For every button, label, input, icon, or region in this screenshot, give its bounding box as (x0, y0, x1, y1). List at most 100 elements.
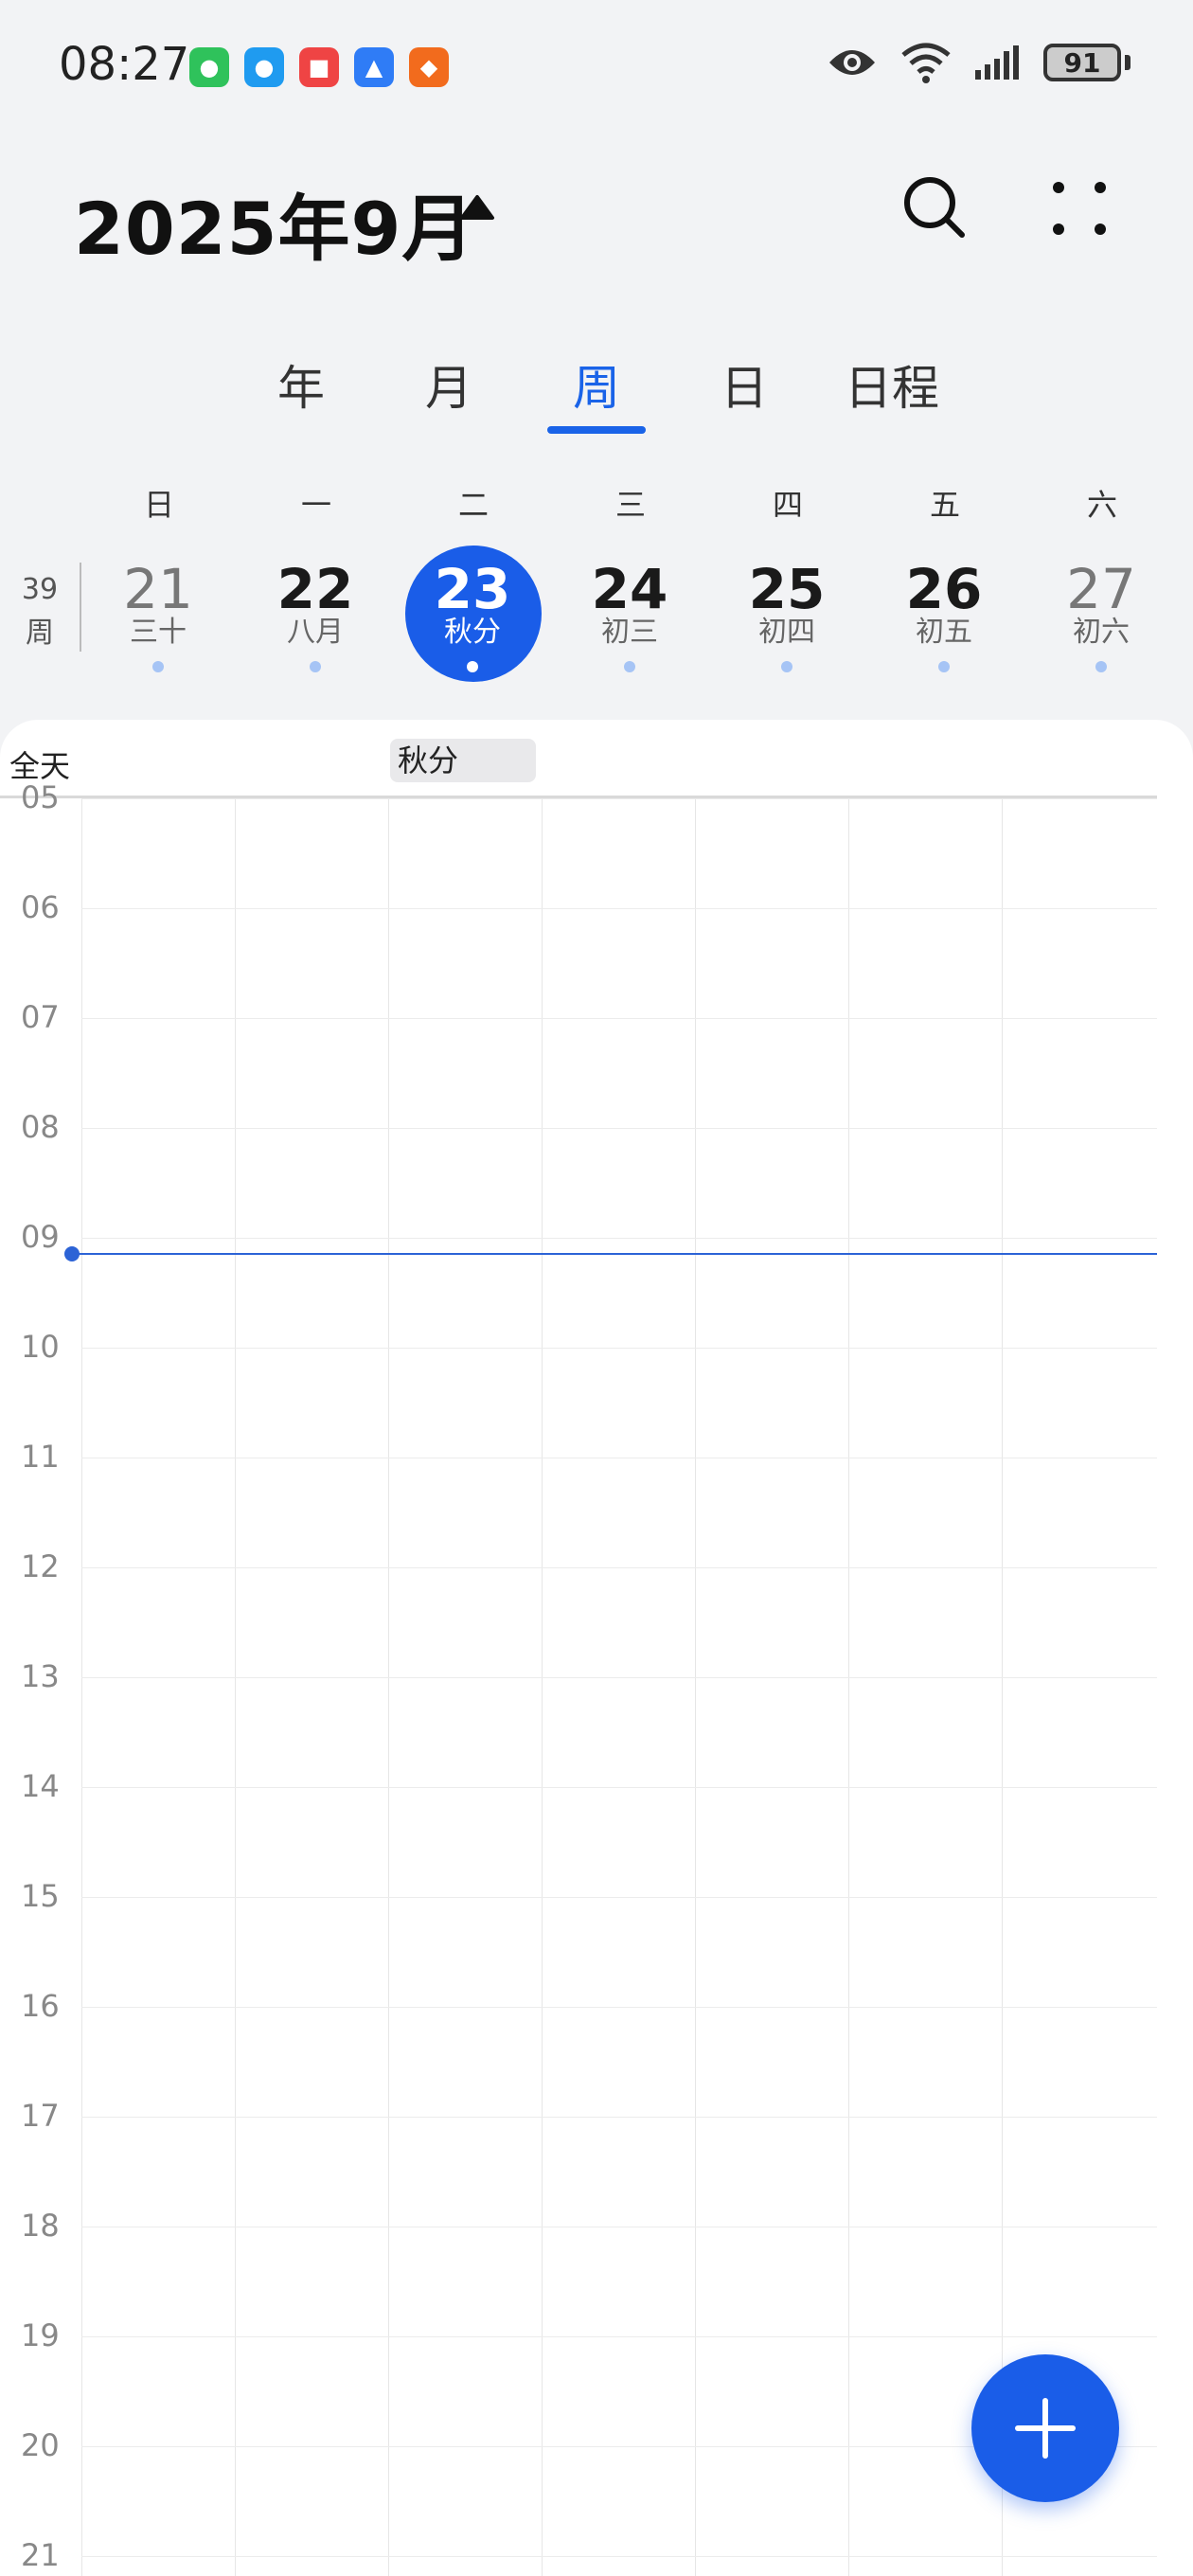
message-icon: ● (244, 47, 284, 87)
week-separator (80, 563, 81, 652)
time-grid[interactable]: 05 06 07 08 09 10 11 12 13 14 15 16 17 18 19 20 21 (0, 779, 1193, 2576)
battery-level: 91 (1063, 46, 1101, 79)
hour-line (81, 1677, 1157, 1678)
red-app-icon: ■ (299, 47, 339, 87)
tab-day[interactable]: 日 (668, 350, 820, 419)
system-icons: 91 (826, 42, 1131, 83)
month-title[interactable]: 2025年9月 (74, 170, 474, 275)
weekday-label: 二 (457, 487, 489, 523)
notification-icons: ● ● ■ ▲ ◆ (189, 47, 449, 87)
plus-icon (1015, 2398, 1076, 2459)
view-tabs: 年 月 周 日 日程 (0, 341, 1193, 436)
day-number: 25 (748, 557, 826, 621)
signal-icon (975, 45, 1019, 80)
week-number-suffix: 周 (26, 617, 54, 650)
hour-line (81, 2007, 1157, 2008)
day-lunar: 初六 (1073, 616, 1130, 649)
hour-label: 20 (21, 2427, 60, 2463)
battery-cap (1125, 55, 1131, 70)
event-dot (781, 661, 792, 672)
day-cell-today[interactable]: 23 秋分 (401, 557, 543, 680)
week-grid-panel: 全天 秋分 05 06 07 08 09 10 11 12 13 14 15 16 17 18 19 20 21 (0, 720, 1193, 2576)
wechat-icon: ● (189, 47, 229, 87)
day-number: 23 (434, 557, 511, 621)
caret-up-icon[interactable] (458, 193, 496, 224)
all-day-event[interactable]: 秋分 (390, 739, 536, 782)
tab-year[interactable]: 年 (225, 350, 377, 419)
hour-line (81, 1018, 1157, 1019)
tab-week[interactable]: 周 (521, 350, 672, 419)
hour-label: 07 (21, 999, 60, 1035)
day-cell[interactable]: 22 八月 (244, 557, 386, 680)
day-cell[interactable]: 26 初五 (873, 557, 1015, 680)
hour-label: 21 (21, 2537, 60, 2573)
eye-icon (829, 50, 875, 75)
grid-column-line (848, 798, 849, 2576)
battery-indicator: 91 (1043, 44, 1121, 81)
weekday-row: 日 一 二 三 四 五 六 (0, 481, 1193, 528)
weekday-label: 五 (929, 487, 960, 523)
week-number: 39 周 (13, 568, 66, 655)
hour-line (81, 1567, 1157, 1568)
hour-line (81, 1128, 1157, 1129)
hour-label: 05 (21, 779, 60, 815)
more-options-icon[interactable] (1042, 170, 1117, 246)
orange-app-icon: ◆ (409, 47, 449, 87)
grid-column-line (695, 798, 696, 2576)
hour-label: 18 (21, 2208, 60, 2244)
hour-label: 11 (21, 1439, 60, 1475)
weekday-label: 六 (1086, 487, 1117, 523)
weekday-label: 三 (614, 487, 646, 523)
hour-label: 08 (21, 1109, 60, 1145)
hour-label: 12 (21, 1548, 60, 1584)
hour-label: 19 (21, 2317, 60, 2353)
event-dot (467, 661, 478, 672)
hour-label: 09 (21, 1219, 60, 1255)
tab-schedule[interactable]: 日程 (816, 350, 968, 419)
current-time-dot (64, 1246, 80, 1261)
calendar-header: 2025年9月 (0, 152, 1193, 271)
hour-line (81, 908, 1157, 909)
day-cell[interactable]: 21 三十 (87, 557, 229, 680)
day-cell[interactable]: 27 初六 (1030, 557, 1172, 680)
day-lunar: 初三 (601, 616, 658, 649)
grid-column-line (235, 798, 236, 2576)
day-lunar: 初五 (916, 616, 972, 649)
grid-column-line (542, 798, 543, 2576)
event-dot (310, 661, 321, 672)
hour-line (81, 1787, 1157, 1788)
hour-line (81, 2556, 1157, 2557)
hour-label: 06 (21, 889, 60, 925)
current-time-line (72, 1253, 1157, 1255)
day-number: 27 (1066, 557, 1136, 621)
grid-column-line (388, 798, 389, 2576)
day-lunar: 八月 (287, 616, 344, 649)
status-bar: 08:27 ● ● ■ ▲ ◆ 91 (0, 0, 1193, 133)
weekday-label: 日 (143, 487, 174, 523)
tab-underline (547, 426, 646, 434)
status-time: 08:27 (59, 38, 190, 91)
hour-label: 14 (21, 1768, 60, 1804)
event-dot (1095, 661, 1107, 672)
hour-line (81, 1897, 1157, 1898)
hour-label: 15 (21, 1878, 60, 1914)
day-cell[interactable]: 25 初四 (716, 557, 858, 680)
event-dot (152, 661, 164, 672)
day-cell[interactable]: 24 初三 (559, 557, 701, 680)
hour-label: 13 (21, 1658, 60, 1694)
event-dot (938, 661, 950, 672)
week-number-value: 39 (21, 573, 59, 606)
grid-column-line (81, 798, 82, 2576)
weekday-label: 四 (772, 487, 803, 523)
search-icon[interactable] (898, 170, 973, 246)
hour-line (81, 1238, 1157, 1239)
tab-month[interactable]: 月 (373, 350, 525, 419)
hour-line (81, 2336, 1157, 2337)
event-dot (624, 661, 635, 672)
day-number: 26 (905, 557, 983, 621)
hour-line (81, 798, 1157, 799)
day-lunar: 初四 (758, 616, 815, 649)
weekday-label: 一 (300, 487, 331, 523)
add-event-button[interactable] (971, 2354, 1119, 2502)
hour-label: 10 (21, 1329, 60, 1365)
